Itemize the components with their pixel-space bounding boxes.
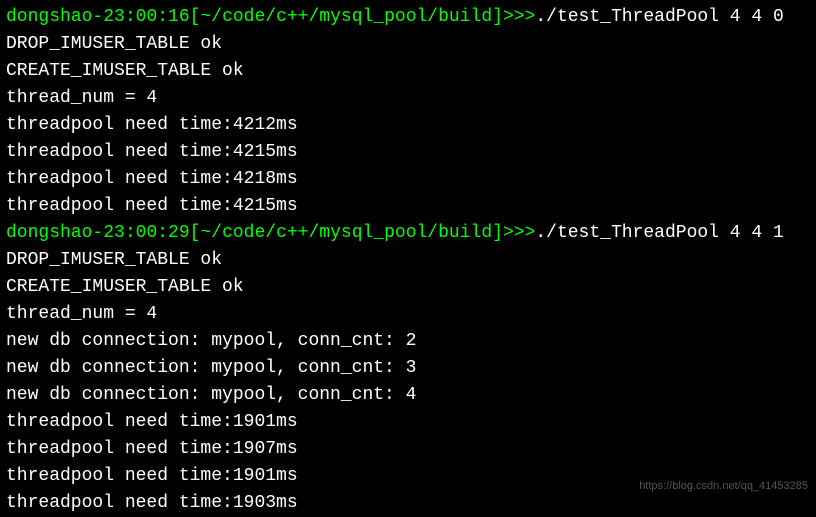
prompt-lbracket: [	[190, 223, 201, 243]
terminal-line: threadpool need time:4215ms	[6, 139, 810, 166]
prompt-separator: -	[92, 7, 103, 27]
terminal-line: threadpool need time:4218ms	[6, 166, 810, 193]
terminal-line: CREATE_IMUSER_TABLE ok	[6, 274, 810, 301]
prompt-separator: -	[92, 223, 103, 243]
terminal-line: new db connection: mypool, conn_cnt: 4	[6, 382, 810, 409]
terminal-line: dongshao-23:00:29[~/code/c++/mysql_pool/…	[6, 220, 810, 247]
output-line: new db connection: mypool, conn_cnt: 3	[6, 358, 416, 378]
terminal-window[interactable]: dongshao-23:00:16[~/code/c++/mysql_pool/…	[6, 4, 810, 517]
output-line: new db connection: mypool, conn_cnt: 2	[6, 331, 416, 351]
prompt-arrows: >>>	[503, 223, 535, 243]
terminal-line: new db connection: mypool, conn_cnt: 2	[6, 328, 810, 355]
output-line: new db connection: mypool, conn_cnt: 4	[6, 385, 416, 405]
prompt-path: ~/code/c++/mysql_pool/build	[200, 223, 492, 243]
output-line: threadpool need time:1907ms	[6, 439, 298, 459]
output-line: threadpool need time:1901ms	[6, 466, 298, 486]
terminal-line: DROP_IMUSER_TABLE ok	[6, 31, 810, 58]
prompt-path: ~/code/c++/mysql_pool/build	[200, 7, 492, 27]
command-input[interactable]: ./test_ThreadPool 4 4 0	[535, 7, 783, 27]
prompt-time: 23:00:16	[103, 7, 189, 27]
output-line: threadpool need time:4218ms	[6, 169, 298, 189]
terminal-line: dongshao-23:00:16[~/code/c++/mysql_pool/…	[6, 4, 810, 31]
terminal-line: threadpool need time:1907ms	[6, 436, 810, 463]
output-line: threadpool need time:1901ms	[6, 412, 298, 432]
output-line: thread_num = 4	[6, 88, 157, 108]
prompt-rbracket: ]	[492, 7, 503, 27]
prompt-user: dongshao	[6, 7, 92, 27]
prompt-user: dongshao	[6, 223, 92, 243]
output-line: DROP_IMUSER_TABLE ok	[6, 34, 222, 54]
output-line: threadpool need time:4212ms	[6, 115, 298, 135]
output-line: threadpool need time:4215ms	[6, 196, 298, 216]
terminal-line: CREATE_IMUSER_TABLE ok	[6, 58, 810, 85]
prompt-lbracket: [	[190, 7, 201, 27]
terminal-line: DROP_IMUSER_TABLE ok	[6, 247, 810, 274]
terminal-line: thread_num = 4	[6, 301, 810, 328]
output-line: threadpool need time:4215ms	[6, 142, 298, 162]
terminal-line: thread_num = 4	[6, 85, 810, 112]
prompt-arrows: >>>	[503, 7, 535, 27]
prompt-rbracket: ]	[492, 223, 503, 243]
output-line: thread_num = 4	[6, 304, 157, 324]
terminal-line: new db connection: mypool, conn_cnt: 3	[6, 355, 810, 382]
command-input[interactable]: ./test_ThreadPool 4 4 1	[535, 223, 783, 243]
output-line: CREATE_IMUSER_TABLE ok	[6, 277, 244, 297]
terminal-line: threadpool need time:4212ms	[6, 112, 810, 139]
output-line: CREATE_IMUSER_TABLE ok	[6, 61, 244, 81]
output-line: threadpool need time:1903ms	[6, 493, 298, 513]
terminal-line: threadpool need time:1903ms	[6, 490, 810, 517]
prompt-time: 23:00:29	[103, 223, 189, 243]
terminal-line: threadpool need time:1901ms	[6, 409, 810, 436]
watermark-text: https://blog.csdn.net/qq_41453285	[639, 478, 808, 495]
terminal-line: threadpool need time:4215ms	[6, 193, 810, 220]
output-line: DROP_IMUSER_TABLE ok	[6, 250, 222, 270]
